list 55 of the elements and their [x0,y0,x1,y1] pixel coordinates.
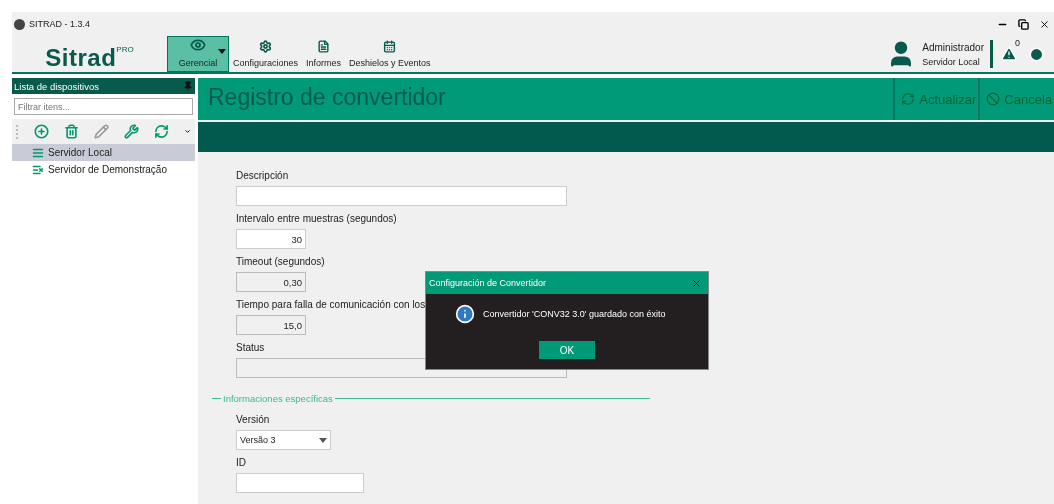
input-field[interactable] [236,473,364,493]
dialog-message: Convertidor 'CONV32 3.0' guardado con éxito [483,309,666,319]
device-item[interactable]: Servidor Local [12,144,195,161]
field-label: Descripción [236,170,289,181]
version-dropdown[interactable]: Versão 3 [236,430,331,450]
input-field[interactable] [236,186,567,206]
refresh-icon [901,92,916,106]
refresh-icon [153,124,169,139]
warning-icon[interactable] [1001,46,1017,62]
restore-icon[interactable] [1018,18,1029,30]
server-name: Servidor Local [922,56,981,67]
tool-button[interactable] [33,124,49,139]
list-icon [32,146,44,159]
tool-button[interactable] [63,124,79,139]
dialog-title: Configuración de Convertidor [429,278,547,288]
caret-icon [218,49,226,54]
toolbar-tab[interactable]: Deshielos y Eventos [345,36,435,72]
gear-icon [259,40,272,53]
calendar-icon [383,40,397,53]
field-label: Tiempo para falla de comunicación con los [236,299,426,310]
tool-button[interactable] [123,124,139,139]
toolbar-tab[interactable]: Configuraciones [229,36,303,72]
window-title: SITRAD - 1.3.4 [29,19,91,29]
logo-text: Sitrad [45,44,117,72]
page-title: Registro de convertidor [207,83,447,112]
overflow-icon[interactable] [183,127,191,136]
field-label: ID [236,457,246,468]
toolbar-tab[interactable]: Informes [302,36,346,72]
user-name: Administrador [922,41,984,53]
document-icon [317,40,331,53]
ok-button[interactable]: OK [539,341,595,359]
app-logo-icon [14,18,25,30]
info-icon [455,304,475,324]
device-item[interactable]: Servidor de Demonstração [12,161,195,178]
field-label: Timeout (segundos) [236,256,325,267]
toolbar-tab[interactable]: Gerencial [167,36,229,72]
eye-icon [190,37,206,53]
trash-icon [63,124,79,139]
filter-field[interactable]: Filtrar itens... [14,98,193,115]
field-label: Intervalo entre muestras (segundos) [236,213,397,224]
close-icon[interactable] [1039,18,1050,30]
sidebar-title: Lista de dispositivos [14,80,100,92]
pencil-icon [93,124,109,139]
tool-button[interactable] [153,124,169,139]
alert-count: 0 [1015,38,1020,48]
field-label: Versión [236,414,270,425]
wrench-icon [123,124,139,139]
caret-icon [319,437,327,443]
add-icon [33,124,49,139]
cancel-icon [986,92,1001,106]
logo-superscript: PRO [116,45,134,54]
field-label: Status [236,342,265,353]
list-icon [32,163,44,176]
section-title: Informaciones específicas [223,393,333,404]
input-field[interactable]: 30 [236,229,306,249]
